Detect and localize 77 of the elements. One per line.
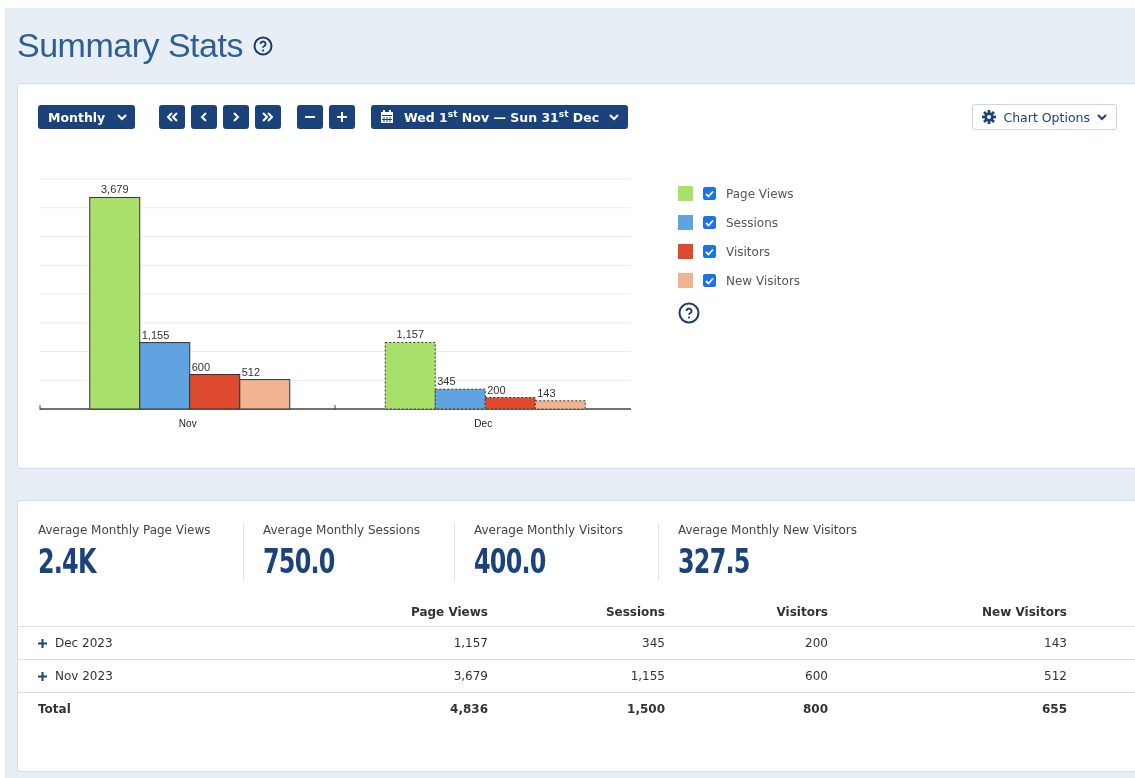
checkbox[interactable] xyxy=(703,216,716,229)
plus-icon xyxy=(336,111,348,123)
stat-value: 2.4K xyxy=(38,541,98,581)
double-left-chevron-icon xyxy=(166,111,178,123)
table-cell: 345 xyxy=(642,636,665,650)
chevron-down-icon xyxy=(1097,113,1107,121)
stat-value: 327.5 xyxy=(678,541,751,581)
row-toggle[interactable]: Nov 2023 xyxy=(38,669,300,683)
plus-button[interactable] xyxy=(329,105,355,129)
data-label: 3,679 xyxy=(101,183,129,196)
data-label: 1,155 xyxy=(141,328,170,341)
left-chevron-button[interactable] xyxy=(191,105,217,129)
double-right-chevron-button[interactable] xyxy=(255,105,281,129)
legend-swatch xyxy=(678,186,693,201)
legend-label: Page Views xyxy=(726,186,794,201)
axis-label: Nov xyxy=(178,418,197,429)
table-cell: 1,500 xyxy=(627,702,665,716)
checkbox[interactable] xyxy=(703,245,716,258)
table-cell: 143 xyxy=(1044,636,1067,650)
row-label: Nov 2023 xyxy=(55,669,113,683)
date-range-button[interactable]: Wed 1$^{st}$ Nov — Sun 31$^{st}$ Dec xyxy=(371,105,629,129)
data-label: 512 xyxy=(241,365,261,378)
stat-label: Average Monthly Page Views xyxy=(38,523,212,537)
row-label: Dec 2023 xyxy=(55,636,113,650)
stat-value: 400.0 xyxy=(474,541,547,581)
right-chevron-icon xyxy=(230,111,242,123)
minus-button[interactable] xyxy=(297,105,323,129)
table-cell: 200 xyxy=(805,636,828,650)
stat-label: Average Monthly Sessions xyxy=(263,523,421,537)
stat-label: Average Monthly Visitors xyxy=(474,523,625,537)
table-cell: 512 xyxy=(1044,669,1067,683)
check-icon xyxy=(705,218,714,227)
help-icon xyxy=(678,302,700,324)
legend-swatch xyxy=(678,273,693,288)
page-title: Summary Stats xyxy=(17,26,243,65)
check-icon xyxy=(705,247,714,256)
settings-icon xyxy=(982,110,997,124)
stat-label: Average Monthly New Visitors xyxy=(678,523,859,537)
table-cell: 800 xyxy=(802,702,828,716)
table-cell: 1,157 xyxy=(453,636,488,650)
double-right-chevron-icon xyxy=(262,111,274,123)
table-cell: 600 xyxy=(805,669,828,683)
data-label: 600 xyxy=(191,360,211,373)
data-label: 143 xyxy=(537,386,556,399)
chart-options-button[interactable]: Chart Options xyxy=(972,104,1117,130)
data-label: 200 xyxy=(487,383,506,396)
right-chevron-button[interactable] xyxy=(223,105,249,129)
double-left-chevron-button[interactable] xyxy=(159,105,185,129)
chevron-down-icon xyxy=(609,113,620,121)
table-cell: 655 xyxy=(1041,702,1067,716)
chevron-down-icon xyxy=(117,113,127,121)
period-select[interactable]: Monthly xyxy=(38,105,135,129)
legend-swatch xyxy=(678,244,693,259)
legend-label: Sessions xyxy=(726,215,779,230)
column-header: New Visitors xyxy=(982,605,1067,619)
legend-label: New Visitors xyxy=(726,273,801,288)
table-cell: 4,836 xyxy=(450,702,488,716)
table-cell: 3,679 xyxy=(453,669,488,683)
left-chevron-icon xyxy=(198,111,210,123)
column-header: Visitors xyxy=(776,605,828,619)
checkbox[interactable] xyxy=(703,274,716,287)
help-icon xyxy=(252,35,273,56)
legend-label: Visitors xyxy=(726,244,771,259)
checkbox[interactable] xyxy=(703,187,716,200)
stat-value: 750.0 xyxy=(263,541,336,581)
data-label: 345 xyxy=(437,375,456,388)
calendar-icon xyxy=(380,110,394,124)
row-toggle[interactable]: Dec 2023 xyxy=(38,636,300,650)
column-header: Sessions xyxy=(605,605,665,619)
table-cell: 1,155 xyxy=(630,669,665,683)
column-header: Page Views xyxy=(410,605,488,619)
data-label: 1,157 xyxy=(396,328,424,341)
check-icon xyxy=(705,189,714,198)
check-icon xyxy=(705,276,714,285)
axis-label: Dec xyxy=(474,418,493,429)
total-label: Total xyxy=(38,702,71,716)
legend-swatch xyxy=(678,215,693,230)
